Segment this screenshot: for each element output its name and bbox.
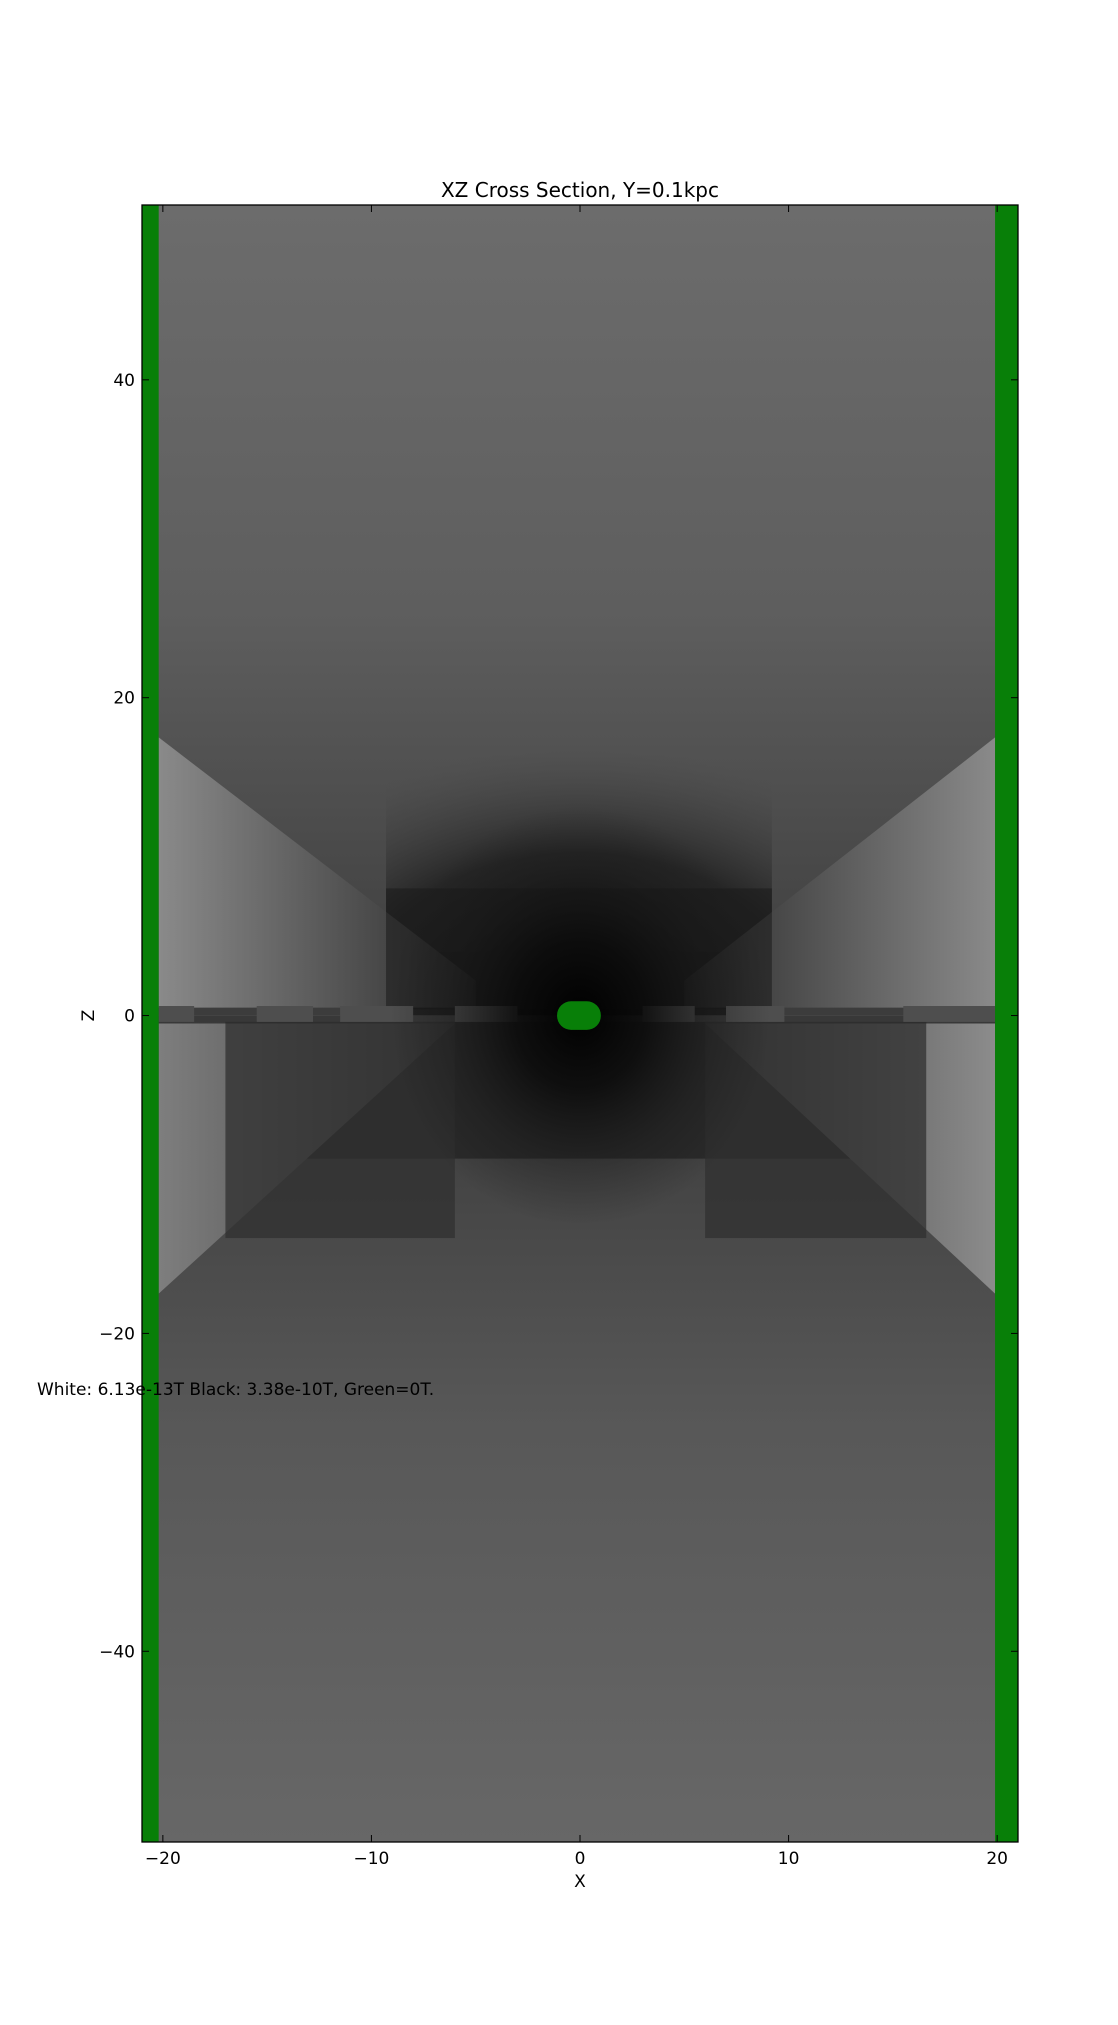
center-zero-region	[557, 1001, 601, 1030]
y-tick-label: −20	[99, 1324, 135, 1344]
x-tick-label: −10	[353, 1849, 389, 1869]
midplane-segment	[256, 1006, 314, 1022]
x-tick-label: 20	[986, 1849, 1008, 1869]
x-axis-label: X	[574, 1872, 586, 1892]
midplane-segment	[158, 1006, 195, 1022]
chart-title: XZ Cross Section, Y=0.1kpc	[441, 178, 719, 202]
y-tick-label: 20	[113, 689, 135, 709]
x-tick-label: 10	[778, 1849, 800, 1869]
midplane-segment	[903, 1006, 996, 1022]
y-tick-label: −40	[99, 1642, 135, 1662]
left-zero-strip	[142, 205, 159, 1842]
colorscale-note: White: 6.13e-13T Black: 3.38e-10T, Green…	[37, 1380, 434, 1400]
heatmap-image	[142, 205, 1018, 1842]
right-zero-strip	[995, 205, 1018, 1842]
y-tick-label: 0	[124, 1007, 135, 1027]
y-axis-label: Z	[79, 1010, 99, 1022]
x-tick-label: −20	[145, 1849, 181, 1869]
y-tick-label: 40	[113, 371, 135, 391]
x-tick-label: 0	[575, 1849, 586, 1869]
chart: −20 −10 0 10 20 40 20 0 −20 −40 XZ Cross Section…	[37, 178, 1019, 1892]
